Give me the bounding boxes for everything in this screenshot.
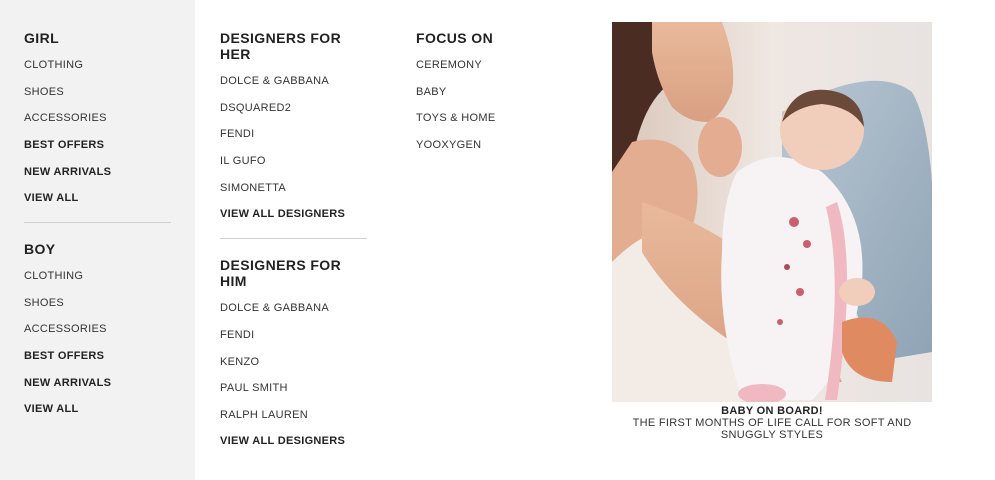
girl-new-arrivals-link[interactable]: NEW ARRIVALS — [24, 166, 111, 179]
him-paul-smith-link[interactable]: PAUL SMITH — [220, 382, 288, 395]
boy-accessories-link[interactable]: ACCESSORIES — [24, 323, 107, 336]
designers-him-heading: DESIGNERS FOR HIM — [220, 257, 342, 289]
promo-subtitle: THE FIRST MONTHS OF LIFE CALL FOR SOFT A… — [632, 417, 912, 441]
girl-heading: GIRL — [24, 30, 60, 46]
focus-baby-link[interactable]: BABY — [416, 86, 447, 99]
her-il-gufo-link[interactable]: IL GUFO — [220, 155, 266, 168]
boy-best-offers-link[interactable]: BEST OFFERS — [24, 350, 104, 363]
promo-image[interactable] — [612, 22, 932, 402]
girl-best-offers-link[interactable]: BEST OFFERS — [24, 139, 104, 152]
boy-clothing-link[interactable]: CLOTHING — [24, 270, 83, 283]
girl-shoes-link[interactable]: SHOES — [24, 86, 64, 99]
boy-shoes-link[interactable]: SHOES — [24, 297, 64, 310]
focus-ceremony-link[interactable]: CEREMONY — [416, 59, 482, 72]
focus-heading: FOCUS ON — [416, 30, 494, 46]
boy-new-arrivals-link[interactable]: NEW ARRIVALS — [24, 377, 111, 390]
girl-view-all-link[interactable]: VIEW ALL — [24, 192, 79, 205]
girl-clothing-link[interactable]: CLOTHING — [24, 59, 83, 72]
her-dsquared2-link[interactable]: DSQUARED2 — [220, 102, 291, 115]
him-kenzo-link[interactable]: KENZO — [220, 356, 259, 369]
focus-toys-home-link[interactable]: TOYS & HOME — [416, 112, 496, 125]
promo-banner[interactable]: BABY ON BOARD! THE FIRST MONTHS OF LIFE … — [612, 22, 932, 441]
him-fendi-link[interactable]: FENDI — [220, 329, 255, 342]
designers-her-heading: DESIGNERS FOR HER — [220, 30, 342, 62]
boy-heading: BOY — [24, 241, 56, 257]
her-fendi-link[interactable]: FENDI — [220, 128, 255, 141]
him-ralph-lauren-link[interactable]: RALPH LAUREN — [220, 409, 308, 422]
promo-title: BABY ON BOARD! — [721, 405, 823, 417]
her-simonetta-link[interactable]: SIMONETTA — [220, 182, 286, 195]
boy-view-all-link[interactable]: VIEW ALL — [24, 403, 79, 416]
focus-yooxygen-link[interactable]: YOOXYGEN — [416, 139, 481, 152]
her-dolce-gabbana-link[interactable]: DOLCE & GABBANA — [220, 75, 329, 88]
girl-accessories-link[interactable]: ACCESSORIES — [24, 112, 107, 125]
him-view-all-designers-link[interactable]: VIEW ALL DESIGNERS — [220, 435, 345, 448]
girl-boy-divider — [24, 222, 171, 223]
him-dolce-gabbana-link[interactable]: DOLCE & GABBANA — [220, 302, 329, 315]
her-him-divider — [220, 238, 367, 239]
her-view-all-designers-link[interactable]: VIEW ALL DESIGNERS — [220, 208, 345, 221]
